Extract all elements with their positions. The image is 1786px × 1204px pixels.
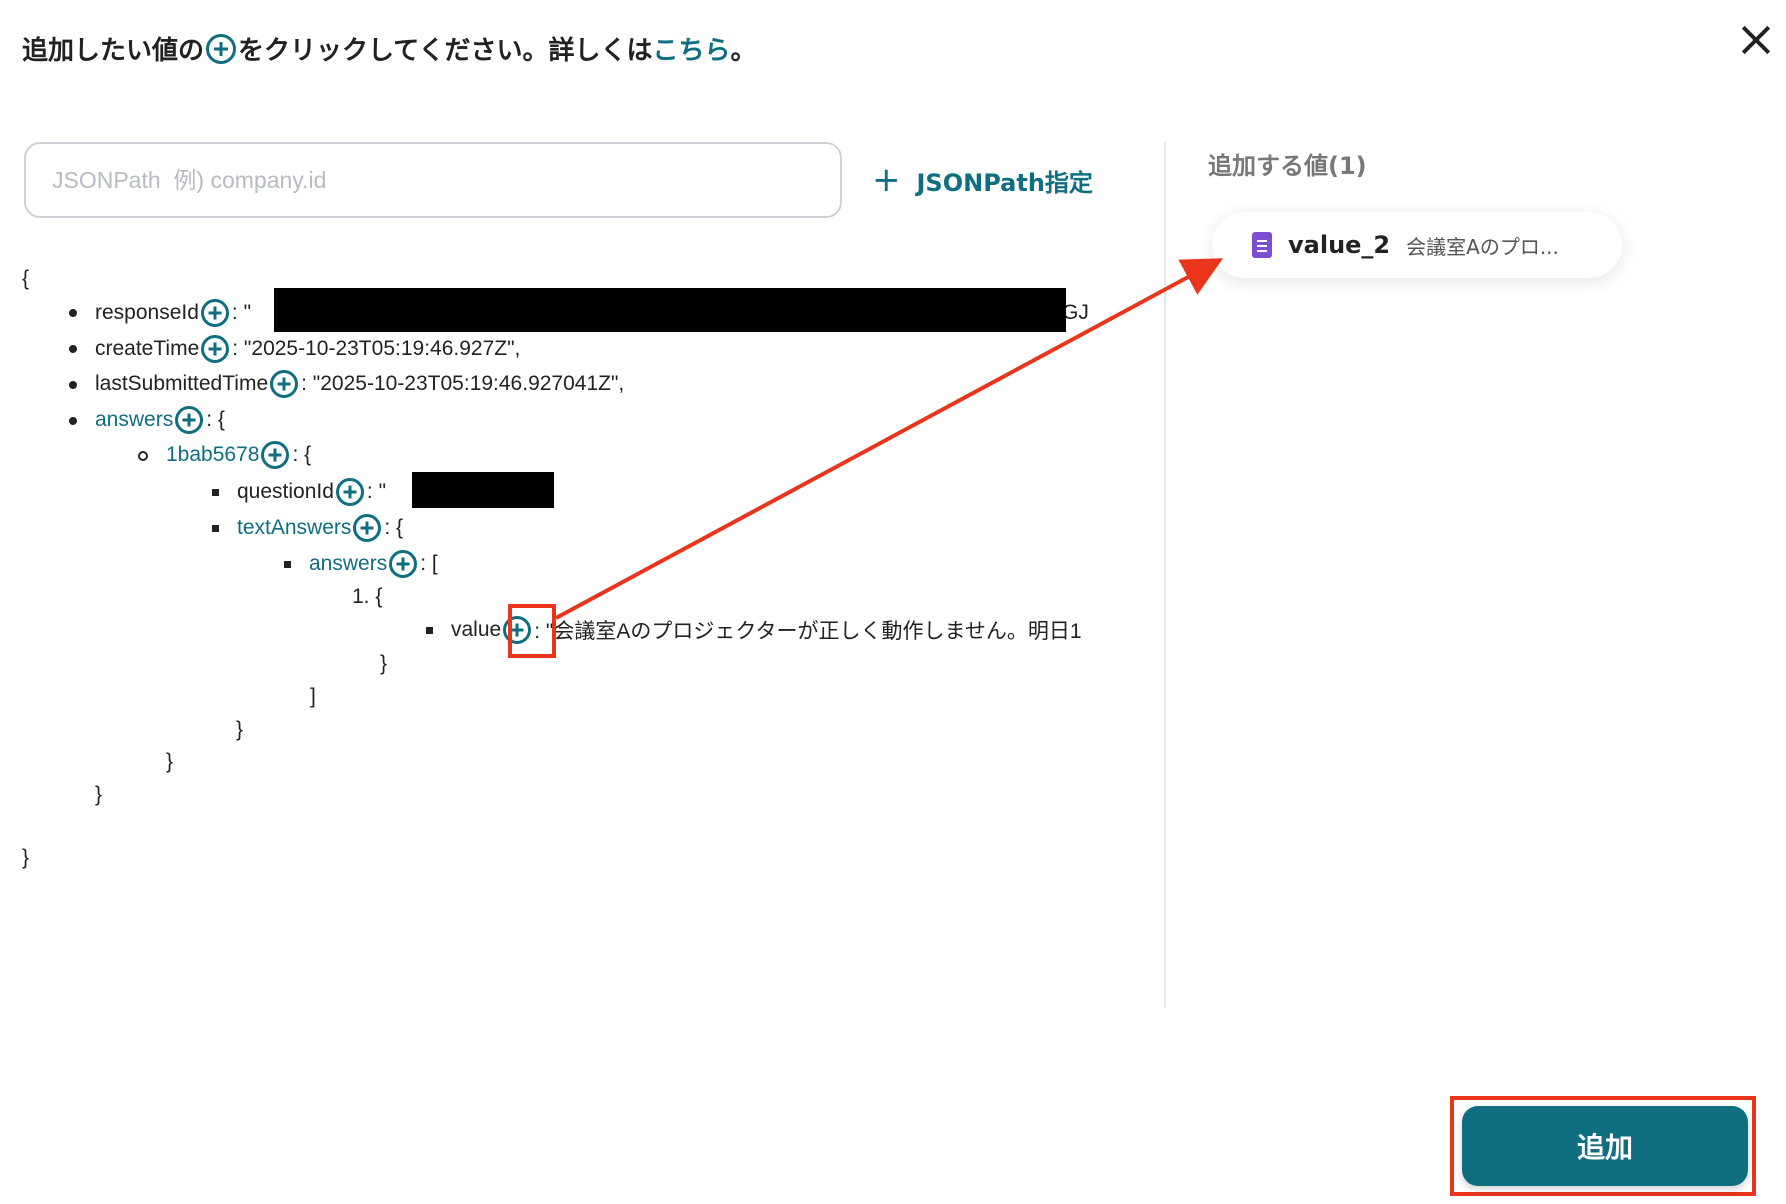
- add-value-icon[interactable]: [201, 335, 230, 363]
- key-answers[interactable]: answers: [95, 408, 173, 432]
- tree-open-brace: {: [22, 267, 30, 290]
- tree-line-questionId: questionId : ": [237, 475, 386, 509]
- tree-close: }: [166, 750, 174, 773]
- tree-line-responseId: responseId : ": [95, 296, 251, 330]
- jsonpath-specify-button[interactable]: + JSONPath指定: [872, 160, 1093, 200]
- redacted-block: [274, 288, 1066, 332]
- tree-line-item: 1bab5678 : {: [166, 438, 311, 472]
- google-forms-icon: [1252, 232, 1272, 258]
- tree-list-start: 1. {: [352, 585, 383, 608]
- bullet: [284, 561, 291, 568]
- value-lastSubmittedTime: : "2025-10-23T05:19:46.927041Z",: [301, 372, 625, 395]
- key-inner-answers[interactable]: answers: [309, 552, 387, 576]
- bullet: [69, 381, 77, 389]
- tree-close: ]: [310, 685, 316, 708]
- key-questionId: questionId: [237, 480, 334, 503]
- value-inner-answers: : [: [420, 552, 438, 575]
- bullet: [138, 451, 148, 461]
- tree-close: }: [236, 718, 244, 741]
- tree-line-textAnswers: textAnswers : {: [237, 511, 403, 545]
- chip-preview: 会議室Aのプロ...: [1406, 234, 1559, 259]
- key-createTime: createTime: [95, 337, 200, 360]
- title-text-before: 追加したい値の: [22, 36, 205, 66]
- value-questionId: : ": [366, 480, 387, 503]
- add-value-icon[interactable]: [335, 478, 364, 506]
- value-answers: : {: [206, 408, 225, 431]
- highlight-box: [508, 604, 556, 658]
- add-circle-icon: [206, 33, 237, 64]
- dialog-title: 追加したい値の をクリックしてください。詳しくは こちら 。: [22, 30, 757, 67]
- help-link[interactable]: こちら: [652, 30, 730, 67]
- tree-line-createTime: createTime : "2025-10-23T05:19:46.927Z",: [95, 332, 520, 366]
- tree-line-lastSubmittedTime: lastSubmittedTime : "2025-10-23T05:19:46…: [95, 367, 624, 401]
- key-value: value: [451, 618, 502, 641]
- tree-close: }: [95, 783, 103, 806]
- bullet: [426, 627, 433, 634]
- bullet: [69, 417, 77, 425]
- responseId-tail: GJ: [1062, 301, 1089, 324]
- add-value-icon[interactable]: [175, 406, 204, 434]
- key-textAnswers[interactable]: textAnswers: [237, 516, 351, 540]
- close-icon[interactable]: [1738, 22, 1774, 58]
- bullet: [69, 309, 77, 317]
- key-item-id[interactable]: 1bab5678: [166, 443, 259, 467]
- bullet: [69, 345, 77, 353]
- value-item: : {: [292, 443, 312, 466]
- plus-icon: +: [872, 160, 901, 200]
- value-responseId: : ": [231, 301, 252, 324]
- chip-name: value_2: [1288, 231, 1391, 259]
- tree-line-answers: answers : {: [95, 403, 225, 437]
- tree-close: }: [380, 652, 388, 675]
- added-values-label: 追加する値(1): [1208, 152, 1367, 180]
- added-value-chip[interactable]: value_2 会議室Aのプロ...: [1212, 212, 1622, 278]
- value-value: : "会議室Aのプロジェクターが正しく動作しません。明日1: [534, 620, 1082, 643]
- tree-line-inner-answers: answers : [: [309, 547, 438, 581]
- value-textAnswers: : {: [384, 516, 404, 539]
- value-createTime: : "2025-10-23T05:19:46.927Z",: [232, 337, 521, 360]
- title-text-end: 。: [730, 36, 757, 66]
- bullet: [212, 525, 219, 532]
- panel-divider: [1164, 142, 1166, 1008]
- add-value-icon[interactable]: [389, 550, 418, 578]
- add-value-icon[interactable]: [261, 441, 290, 469]
- jsonpath-button-label: JSONPath指定: [916, 168, 1093, 197]
- add-value-icon[interactable]: [270, 370, 299, 398]
- redacted-block: [412, 472, 554, 508]
- jsonpath-search-input[interactable]: [24, 142, 842, 218]
- title-text-after: をクリックしてください。詳しくは: [238, 36, 653, 66]
- add-value-icon[interactable]: [353, 514, 382, 542]
- tree-close-brace: }: [22, 846, 30, 869]
- add-button[interactable]: 追加: [1462, 1106, 1748, 1186]
- add-value-icon[interactable]: [200, 299, 229, 327]
- bullet: [212, 489, 219, 496]
- key-responseId: responseId: [95, 301, 199, 324]
- key-lastSubmittedTime: lastSubmittedTime: [95, 372, 269, 395]
